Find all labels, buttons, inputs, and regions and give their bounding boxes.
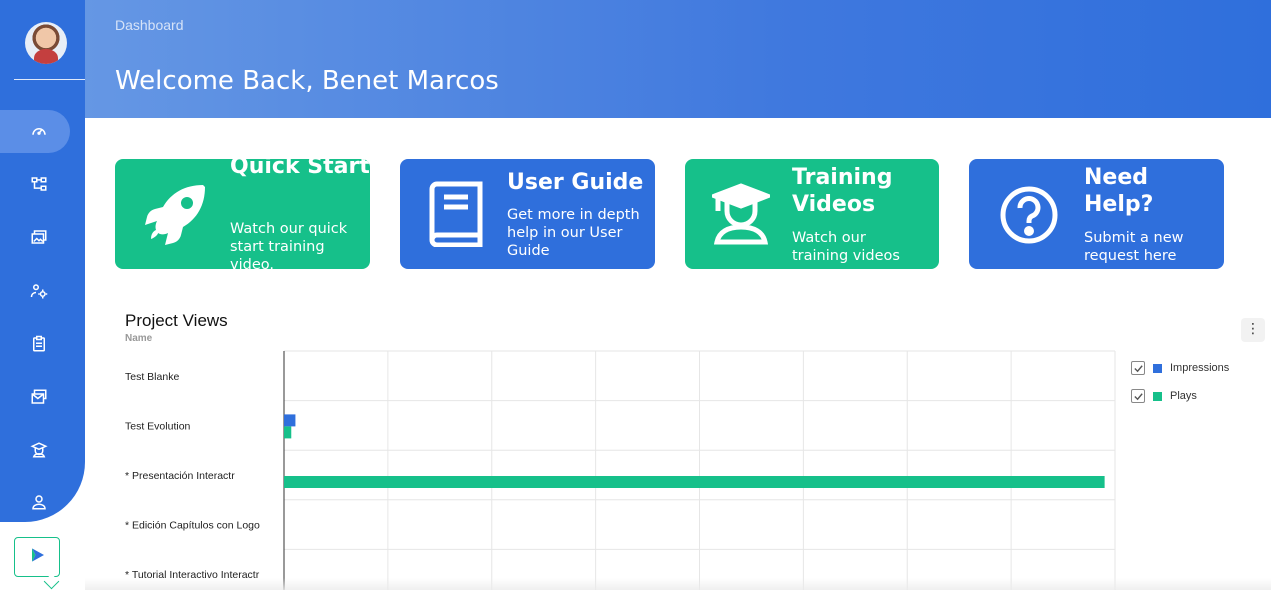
chart-bar-impressions[interactable]: [284, 414, 296, 427]
project-views-chart: Test Blanke Test Evolution * Presentación …: [125, 350, 1116, 590]
chart-bar-plays[interactable]: [284, 476, 1105, 488]
legend-item-plays[interactable]: Plays: [1131, 389, 1197, 403]
legend-checkbox-plays[interactable]: [1131, 389, 1145, 403]
chart-category-label: Test Evolution: [125, 420, 191, 432]
scroll-fade: [85, 578, 1271, 590]
legend-swatch-impressions: [1153, 363, 1162, 373]
legend-label-plays: Plays: [1170, 390, 1197, 402]
chart-category-label: * Edición Capítulos con Logo: [125, 520, 260, 532]
chart-bar-plays[interactable]: [284, 426, 292, 439]
legend-swatch-plays: [1153, 391, 1162, 401]
chart-category-label: * Presentación Interactr: [125, 470, 235, 482]
legend-item-impressions[interactable]: Impressions: [1131, 361, 1229, 375]
check-icon: [1133, 392, 1143, 400]
legend-label-impressions: Impressions: [1170, 362, 1230, 374]
chart-category-label: Test Blanke: [125, 371, 179, 383]
legend-checkbox-impressions[interactable]: [1131, 361, 1145, 375]
check-icon: [1133, 364, 1143, 372]
app-root: Dashboard Welcome Back, Benet Marcos Qui…: [0, 0, 1271, 590]
